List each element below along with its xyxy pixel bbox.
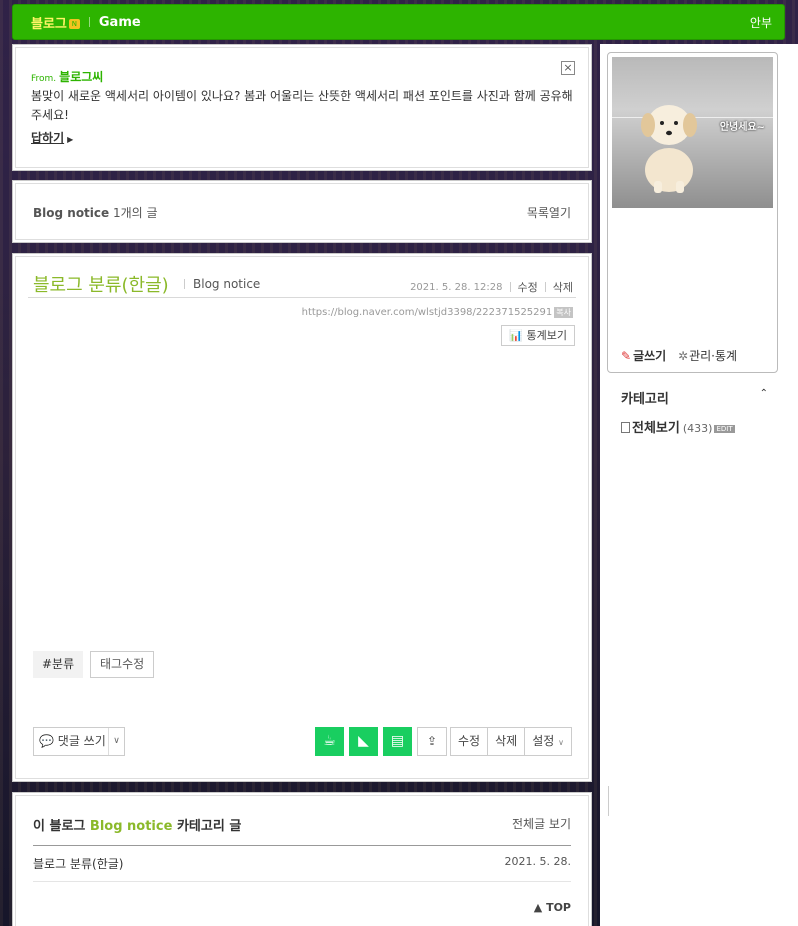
speech-bubble-icon: 💬 [39,734,54,748]
message-from: From. 블로그씨 [31,70,104,84]
list-item[interactable]: 블로그 분류(한글) 2021. 5. 28. [33,855,571,872]
category-title: 카테고리 [621,392,669,407]
document-icon [621,422,630,433]
category-item-all[interactable]: 전체보기 (433) EDIT [621,417,735,436]
coffee-cup-icon: ☕ [323,733,336,749]
share-button[interactable]: ⇪ [417,727,447,756]
category-header: Blog notice 1개의 글 [33,206,158,220]
bookmark-icon: ◣ [358,733,369,749]
share-icon: ⇪ [426,734,438,748]
divider [33,845,571,846]
message-sender[interactable]: 블로그씨 [59,70,103,84]
view-all-posts-link[interactable]: 전체글 보기 [512,815,571,832]
game-link[interactable]: Game [99,15,141,30]
delete-button[interactable]: 삭제 [487,727,526,756]
post-tag[interactable]: #분류 [33,651,84,678]
edit-button[interactable]: 수정 [450,727,489,756]
new-badge: N [68,18,80,29]
profile-box: 안녕세요~ ✎ 글쓰기 ✲관리·통계 [607,52,778,373]
write-post-button[interactable]: ✎ 글쓰기 [621,347,666,364]
divider [608,786,609,816]
category-list-card: Blog notice 1개의 글 목록열기 [12,180,592,243]
blogc-message-card: From. 블로그씨 봄맞이 새로운 액세서리 아이템이 있나요? 봄과 어울리는… [12,44,592,171]
category-posts-header: 이 블로그 Blog notice 카테고리 글 [33,819,242,834]
post-date: 2021. 5. 28. 12:28 [410,281,503,293]
memo-icon: ▤ [390,733,405,749]
divider [33,881,571,882]
post-category[interactable]: Blog notice [184,277,260,291]
post-url: https://blog.naver.com/wlstjd3398/222371… [301,307,573,318]
blog-home-link[interactable]: 블로그 N [31,13,80,32]
copy-url-button[interactable]: 복사 [554,307,573,318]
post-edit-link[interactable]: 수정 [518,279,538,295]
settings-button[interactable]: 설정 ∨ [524,727,572,756]
profile-photo[interactable]: 안녕세요~ [612,57,773,208]
gear-icon: ✲ [678,349,689,363]
guestbook-link[interactable]: 안부 [750,14,772,31]
chevron-down-icon[interactable]: ∨ [108,728,124,755]
post-action-buttons: ⇪ 수정 삭제 설정 ∨ [417,727,572,756]
play-arrow-icon: ▶ [67,135,74,144]
edit-badge[interactable]: EDIT [714,425,735,433]
tag-edit-button[interactable]: 태그수정 [90,651,155,678]
post-title[interactable]: 블로그 분류(한글) [33,271,169,297]
photo-caption: 안녕세요~ [719,122,765,133]
open-list-button[interactable]: 목록열기 [527,204,571,221]
post-meta: 2021. 5. 28. 12:28 수정 삭제 [410,279,573,295]
stats-button[interactable]: 📊 통계보기 [501,325,575,346]
pencil-icon: ✎ [621,349,632,363]
scroll-top-link[interactable]: ▲ TOP [534,901,571,914]
list-item-title[interactable]: 블로그 분류(한글) [33,855,123,872]
comment-button[interactable]: 💬 댓글 쓰기 ∨ [33,727,125,756]
post-delete-link[interactable]: 삭제 [553,279,573,295]
post-card: 블로그 분류(한글) Blog notice 2021. 5. 28. 12:2… [12,253,592,782]
divider [28,297,576,298]
share-memo-button[interactable]: ▤ [383,727,412,756]
share-cafe-button[interactable]: ☕ [315,727,344,756]
close-icon[interactable]: × [561,61,575,75]
message-text: 봄맞이 새로운 액세서리 아이템이 있나요? 봄과 어울리는 산뜻한 액세서리 … [31,89,573,122]
chevron-down-icon: ∨ [558,738,564,747]
top-bar: 블로그 N Game 안부 [12,4,785,40]
admin-stats-button[interactable]: ✲관리·통계 [678,347,737,364]
list-item-date: 2021. 5. 28. [504,855,571,868]
bar-chart-icon: 📊 [509,329,524,342]
reply-link[interactable]: 답하기 ▶ [31,129,73,146]
collapse-icon[interactable]: ⌃ [760,388,768,399]
divider [88,17,90,27]
puppy-image [641,105,697,193]
share-keep-button[interactable]: ◣ [349,727,378,756]
category-posts-card: 이 블로그 Blog notice 카테고리 글 전체글 보기 블로그 분류(한… [12,792,592,926]
